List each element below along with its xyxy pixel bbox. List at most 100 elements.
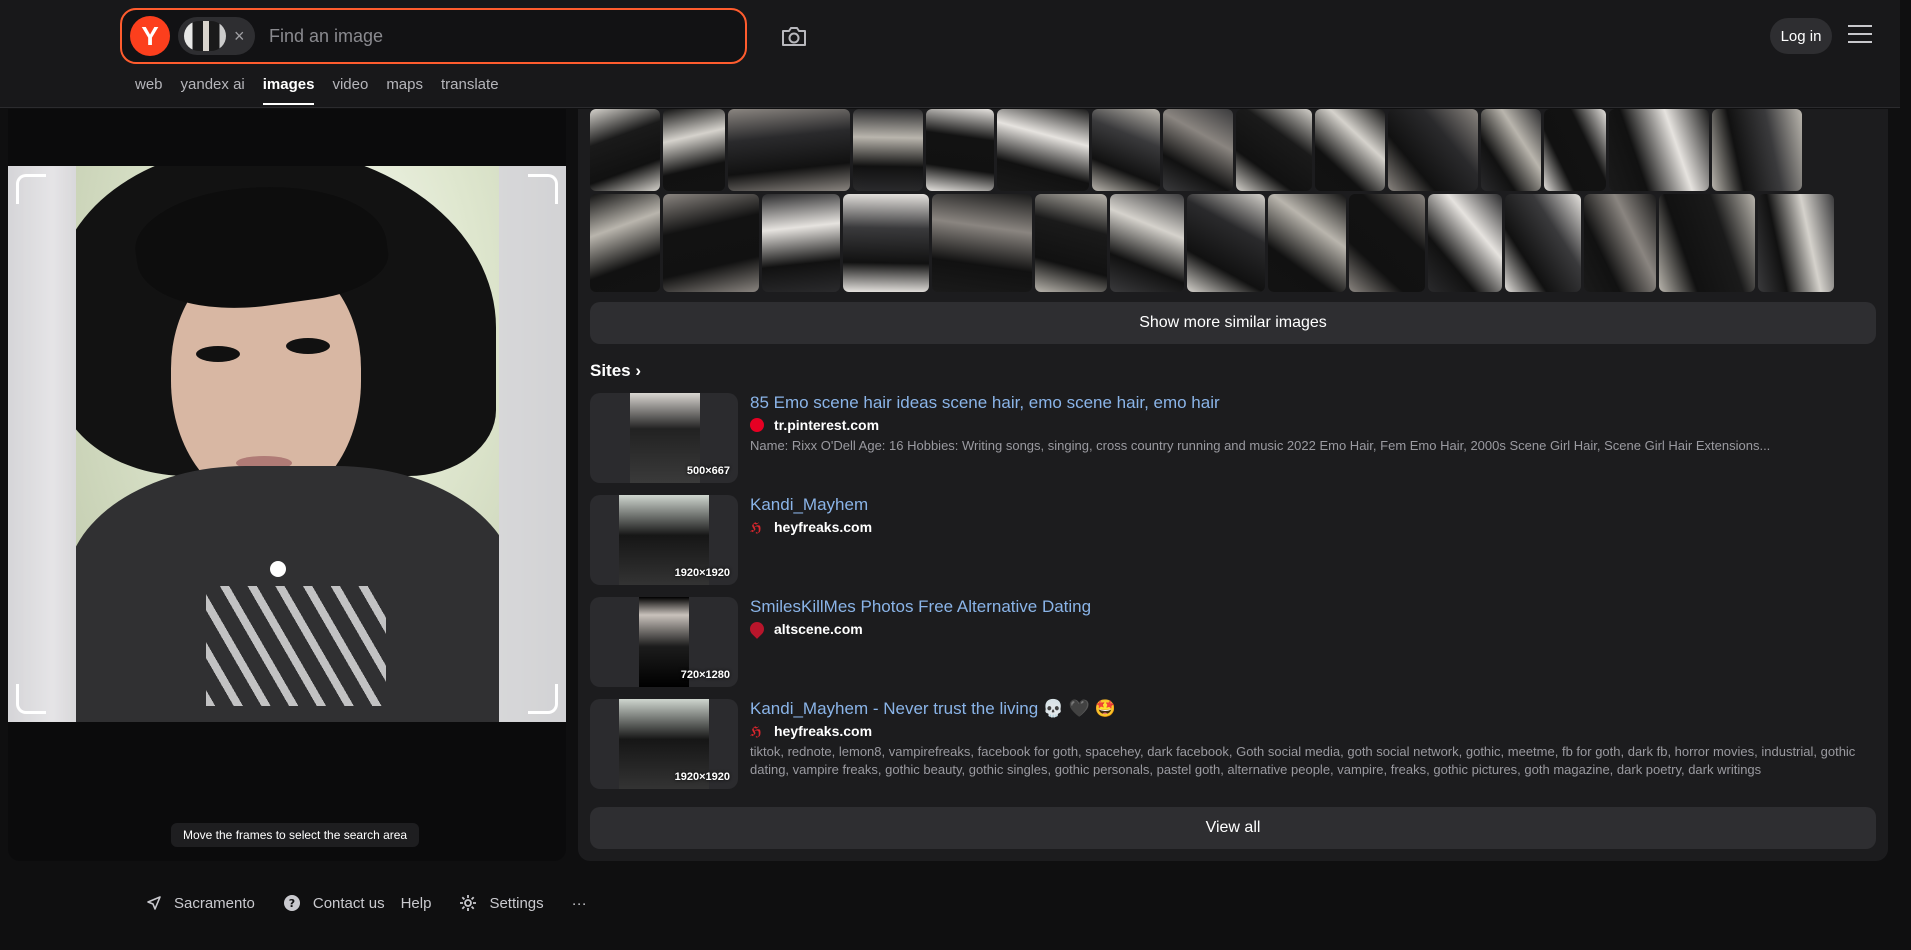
site-host[interactable]: ℌ heyfreaks.com (750, 723, 872, 739)
heart-icon (747, 619, 767, 639)
site-result[interactable]: 1920×1920 Kandi_Mayhem - Never trust the… (590, 699, 1880, 789)
uploaded-image-chip[interactable]: × (178, 17, 255, 55)
chevron-right-icon: › (635, 361, 642, 380)
crop-frame-top-left[interactable] (16, 174, 46, 204)
site-host-label: tr.pinterest.com (774, 417, 880, 433)
tab-images[interactable]: images (262, 76, 315, 105)
site-host-label: heyfreaks.com (774, 723, 873, 739)
show-more-similar-button[interactable]: Show more similar images (590, 302, 1876, 344)
similar-image-thumbnail[interactable] (1187, 194, 1265, 292)
similar-image-thumbnail[interactable] (590, 109, 660, 191)
close-icon[interactable]: × (234, 26, 245, 47)
site-title-link[interactable]: Kandi_Mayhem (750, 495, 868, 515)
similar-image-thumbnail[interactable] (997, 109, 1089, 191)
location-label: Sacramento (174, 894, 255, 912)
similar-images-row (590, 194, 1834, 292)
site-title-link[interactable]: Kandi_Mayhem - Never trust the living 💀 … (750, 699, 1116, 719)
heyfreaks-icon: ℌ (750, 724, 762, 739)
similar-image-thumbnail[interactable] (1544, 109, 1606, 191)
tab-maps[interactable]: maps (386, 76, 423, 105)
yandex-logo[interactable]: Y (130, 16, 170, 56)
image-preview-panel: Move the frames to select the search are… (8, 109, 566, 861)
uploaded-image-thumbnail (184, 21, 226, 51)
site-title-link[interactable]: SmilesKillMes Photos Free Alternative Da… (750, 597, 1091, 617)
search-bar[interactable]: Y × (120, 8, 747, 64)
crop-center-handle[interactable] (270, 561, 286, 577)
heyfreaks-icon: ℌ (750, 520, 762, 535)
similar-image-thumbnail[interactable] (853, 109, 923, 191)
similar-image-thumbnail[interactable] (1481, 109, 1541, 191)
similar-image-thumbnail[interactable] (1505, 194, 1581, 292)
similar-image-thumbnail[interactable] (1584, 194, 1656, 292)
similar-image-thumbnail[interactable] (1035, 194, 1107, 292)
site-result[interactable]: 500×667 85 Emo scene hair ideas scene ha… (590, 393, 1880, 483)
image-size-badge: 1920×1920 (674, 771, 730, 783)
help-link[interactable]: Help (401, 895, 432, 912)
similar-image-thumbnail[interactable] (1236, 109, 1312, 191)
contact-link[interactable]: ? Contact us (283, 894, 385, 912)
nav-tabs: web yandex ai images video maps translat… (135, 76, 517, 105)
site-title-link[interactable]: 85 Emo scene hair ideas scene hair, emo … (750, 393, 1220, 413)
settings-label: Settings (489, 894, 544, 912)
similar-image-thumbnail[interactable] (1609, 109, 1709, 191)
similar-image-thumbnail[interactable] (1349, 194, 1425, 292)
search-input[interactable] (269, 16, 745, 56)
location-link[interactable]: Sacramento (146, 895, 255, 912)
menu-icon[interactable] (1848, 25, 1872, 45)
svg-text:?: ? (289, 897, 295, 910)
login-button[interactable]: Log in (1770, 18, 1832, 54)
sites-heading[interactable]: Sites › (590, 361, 641, 381)
query-image-preview[interactable] (8, 166, 566, 722)
image-size-badge: 500×667 (686, 465, 730, 477)
tab-translate[interactable]: translate (441, 76, 499, 105)
footer: Sacramento ? Contact us Help Settings ··… (146, 894, 615, 912)
similar-image-thumbnail[interactable] (1388, 109, 1478, 191)
similar-image-thumbnail[interactable] (728, 109, 850, 191)
similar-image-thumbnail[interactable] (932, 194, 1032, 292)
help-label: Help (400, 894, 432, 912)
site-thumbnail[interactable]: 720×1280 (590, 597, 738, 687)
site-host[interactable]: altscene.com (747, 619, 863, 639)
similar-image-thumbnail[interactable] (1110, 194, 1184, 292)
site-thumbnail[interactable]: 500×667 (590, 393, 738, 483)
site-result[interactable]: 720×1280 SmilesKillMes Photos Free Alter… (590, 597, 1880, 687)
more-icon: ··· (571, 894, 587, 912)
tab-video[interactable]: video (332, 76, 368, 105)
similar-image-thumbnail[interactable] (663, 109, 725, 191)
similar-image-thumbnail[interactable] (1428, 194, 1502, 292)
crop-hint: Move the frames to select the search are… (171, 823, 420, 847)
similar-image-thumbnail[interactable] (1758, 194, 1834, 292)
view-all-button[interactable]: View all (590, 807, 1876, 849)
site-host[interactable]: ℌ heyfreaks.com (750, 519, 872, 535)
pinterest-icon (750, 418, 764, 432)
similar-image-thumbnail[interactable] (590, 194, 660, 292)
similar-image-thumbnail[interactable] (663, 194, 759, 292)
query-image (76, 166, 499, 722)
location-arrow-icon (147, 896, 161, 910)
help-circle-icon: ? (283, 895, 300, 911)
camera-search-icon[interactable] (780, 24, 808, 48)
tab-web[interactable]: web (135, 76, 163, 105)
site-thumbnail[interactable]: 1920×1920 (590, 495, 738, 585)
site-host[interactable]: tr.pinterest.com (750, 417, 879, 433)
site-result[interactable]: 1920×1920 Kandi_Mayhem ℌ heyfreaks.com (590, 495, 1880, 585)
similar-image-thumbnail[interactable] (926, 109, 994, 191)
crop-frame-top-right[interactable] (528, 174, 558, 204)
contact-label: Contact us (312, 894, 385, 912)
crop-frame-bottom-left[interactable] (16, 684, 46, 714)
similar-image-thumbnail[interactable] (762, 194, 840, 292)
similar-image-thumbnail[interactable] (1659, 194, 1755, 292)
site-thumbnail[interactable]: 1920×1920 (590, 699, 738, 789)
similar-image-thumbnail[interactable] (843, 194, 929, 292)
settings-link[interactable]: Settings (459, 894, 544, 912)
more-button[interactable]: ··· (572, 895, 587, 912)
similar-image-thumbnail[interactable] (1268, 194, 1346, 292)
similar-image-thumbnail[interactable] (1712, 109, 1802, 191)
sites-heading-label: Sites (590, 361, 631, 380)
site-host-label: heyfreaks.com (774, 519, 873, 535)
crop-frame-bottom-right[interactable] (528, 684, 558, 714)
similar-image-thumbnail[interactable] (1315, 109, 1385, 191)
tab-yandex-ai[interactable]: yandex ai (181, 76, 245, 105)
similar-image-thumbnail[interactable] (1092, 109, 1160, 191)
similar-image-thumbnail[interactable] (1163, 109, 1233, 191)
